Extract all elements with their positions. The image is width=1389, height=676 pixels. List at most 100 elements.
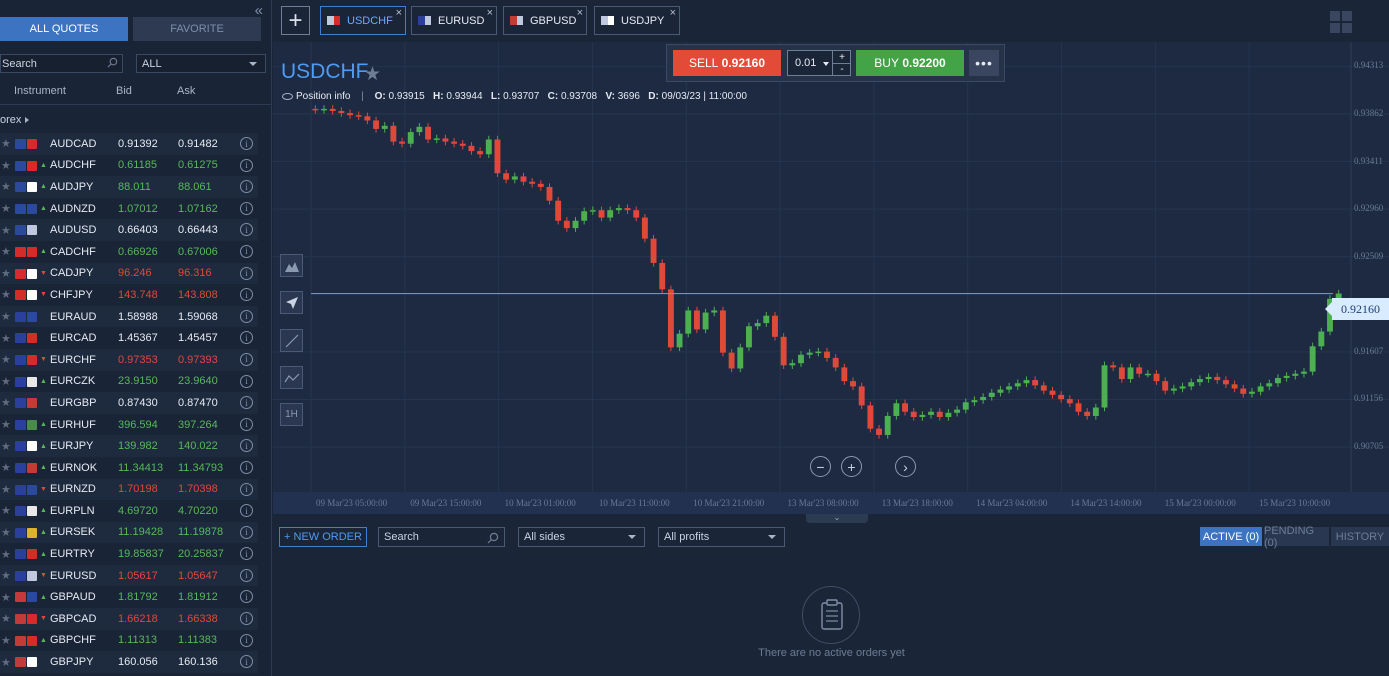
candle-body[interactable] [312, 108, 319, 111]
candle-body[interactable] [607, 210, 614, 218]
candle-body[interactable] [763, 315, 770, 324]
candle-body[interactable] [806, 352, 813, 355]
candle-body[interactable] [1179, 386, 1186, 389]
quote-row[interactable]: ★ ▼ EURNZD 1.70198 1.70398 i [0, 478, 258, 501]
favorite-star-icon[interactable]: ★ [1, 634, 11, 647]
candle-body[interactable] [1153, 373, 1160, 382]
favorite-star-icon[interactable]: ★ [1, 656, 11, 669]
candle-body[interactable] [511, 176, 518, 180]
candle-body[interactable] [555, 200, 562, 221]
candle-body[interactable] [1231, 384, 1238, 389]
candle-body[interactable] [728, 352, 735, 369]
info-icon[interactable]: i [240, 525, 253, 539]
candle-body[interactable] [347, 113, 353, 116]
quote-row[interactable]: ★ ▼ CHFJPY 143.748 143.808 i [0, 284, 258, 306]
candle-body[interactable] [451, 141, 458, 144]
candle-body[interactable] [399, 141, 406, 144]
info-icon[interactable]: i [240, 352, 253, 366]
tab-eurusd[interactable]: EURUSD × [411, 6, 497, 35]
candle-body[interactable] [754, 323, 761, 327]
candle-body[interactable] [685, 310, 692, 334]
candle-body[interactable] [988, 392, 995, 397]
candle-body[interactable] [1205, 376, 1212, 380]
candle-body[interactable] [1283, 375, 1290, 378]
favorite-star-icon[interactable]: ★ [1, 310, 11, 323]
info-icon[interactable]: i [240, 266, 253, 280]
quote-row[interactable]: ★ GBPJPY 160.056 160.136 i [0, 651, 258, 673]
tab-active-orders[interactable]: ACTIVE (0) [1200, 527, 1262, 546]
candle-body[interactable] [1292, 373, 1299, 376]
favorite-star-icon[interactable]: ★ [1, 612, 11, 625]
info-icon[interactable]: i [240, 223, 253, 237]
tab-history[interactable]: HISTORY [1331, 527, 1389, 546]
tab-usdchf[interactable]: USDCHF × [320, 6, 406, 35]
quote-row[interactable]: ★ ▲ AUDJPY 88.011 88.061 i [0, 176, 258, 198]
candle-body[interactable] [676, 333, 683, 348]
close-icon[interactable]: × [670, 7, 676, 19]
candle-body[interactable] [390, 125, 397, 142]
candle-body[interactable] [815, 351, 822, 354]
quote-row[interactable]: ★ ▼ CADJPY 96.246 96.316 i [0, 262, 258, 285]
profits-select[interactable]: All profits [658, 527, 785, 547]
quote-row[interactable]: ★ ▲ EURJPY 139.982 140.022 i [0, 435, 258, 457]
candle-body[interactable] [1266, 383, 1273, 387]
info-icon[interactable]: i [240, 288, 253, 302]
info-icon[interactable]: i [240, 439, 253, 453]
candle-body[interactable] [1214, 376, 1221, 381]
panel-splitter[interactable]: ⌄ [806, 514, 868, 523]
candle-body[interactable] [659, 262, 666, 290]
candle-body[interactable] [1058, 394, 1065, 400]
candle-body[interactable] [416, 126, 423, 133]
candle-body[interactable] [546, 186, 553, 201]
quote-row[interactable]: ★ ▲ EURHUF 396.594 397.264 i [0, 414, 258, 436]
candle-body[interactable] [1023, 380, 1030, 384]
more-options-button[interactable]: ••• [969, 50, 999, 76]
info-icon[interactable]: i [240, 158, 253, 172]
quote-row[interactable]: ★ EURAUD 1.58988 1.59068 i [0, 305, 258, 328]
candle-body[interactable] [954, 409, 961, 413]
favorite-star-icon[interactable]: ★ [1, 267, 11, 280]
candle-body[interactable] [1127, 367, 1134, 380]
candle-body[interactable] [572, 220, 579, 229]
favorite-star-icon[interactable]: ★ [1, 332, 11, 345]
candle-body[interactable] [1084, 411, 1091, 416]
close-icon[interactable]: × [577, 7, 583, 19]
scroll-right-button[interactable]: › [895, 456, 916, 477]
candle-body[interactable] [910, 411, 917, 418]
quote-row[interactable]: ★ ▲ AUDCHF 0.61185 0.61275 i [0, 155, 258, 177]
candle-body[interactable] [329, 108, 336, 111]
favorite-star-icon[interactable]: ★ [1, 353, 11, 366]
tab-favorite[interactable]: FAVORITE [133, 17, 261, 41]
candle-body[interactable] [841, 367, 848, 382]
candle-body[interactable] [1040, 385, 1047, 391]
position-info-button[interactable]: Position info [282, 91, 350, 102]
candle-body[interactable] [1196, 379, 1203, 383]
favorite-star-icon[interactable]: ★ [1, 569, 11, 582]
candle-body[interactable] [884, 415, 891, 435]
candle-body[interactable] [355, 115, 362, 117]
favorite-star-icon[interactable]: ★ [1, 440, 11, 453]
candle-body[interactable] [433, 138, 440, 140]
candle-body[interactable] [615, 208, 622, 211]
favorite-star-icon[interactable]: ★ [1, 396, 11, 409]
quote-row[interactable]: ★ ▼ GBPCAD 1.66218 1.66338 i [0, 608, 258, 630]
tab-all-quotes[interactable]: ALL QUOTES [0, 17, 128, 41]
quote-row[interactable]: ★ ▼ EURUSD 1.05617 1.05647 i [0, 564, 258, 587]
candle-body[interactable] [589, 210, 596, 212]
favorite-star-icon[interactable]: ★ [1, 224, 11, 237]
quote-row[interactable]: ★ ▲ EURSEK 11.19428 11.19878 i [0, 521, 258, 544]
candle-body[interactable] [936, 411, 943, 418]
candle-body[interactable] [1318, 331, 1325, 347]
candle-body[interactable] [1006, 386, 1013, 390]
candle-body[interactable] [667, 289, 674, 348]
quantity-decrease-button[interactable]: - [832, 63, 851, 75]
line-tool-button[interactable] [280, 329, 303, 352]
candle-body[interactable] [641, 217, 648, 239]
candle-body[interactable] [945, 412, 952, 418]
candle-body[interactable] [407, 132, 414, 144]
indicators-button[interactable] [280, 366, 303, 389]
candle-body[interactable] [520, 176, 527, 182]
favorite-star-icon[interactable]: ★ [1, 483, 11, 496]
candle-body[interactable] [858, 386, 865, 406]
candle-body[interactable] [563, 220, 570, 229]
